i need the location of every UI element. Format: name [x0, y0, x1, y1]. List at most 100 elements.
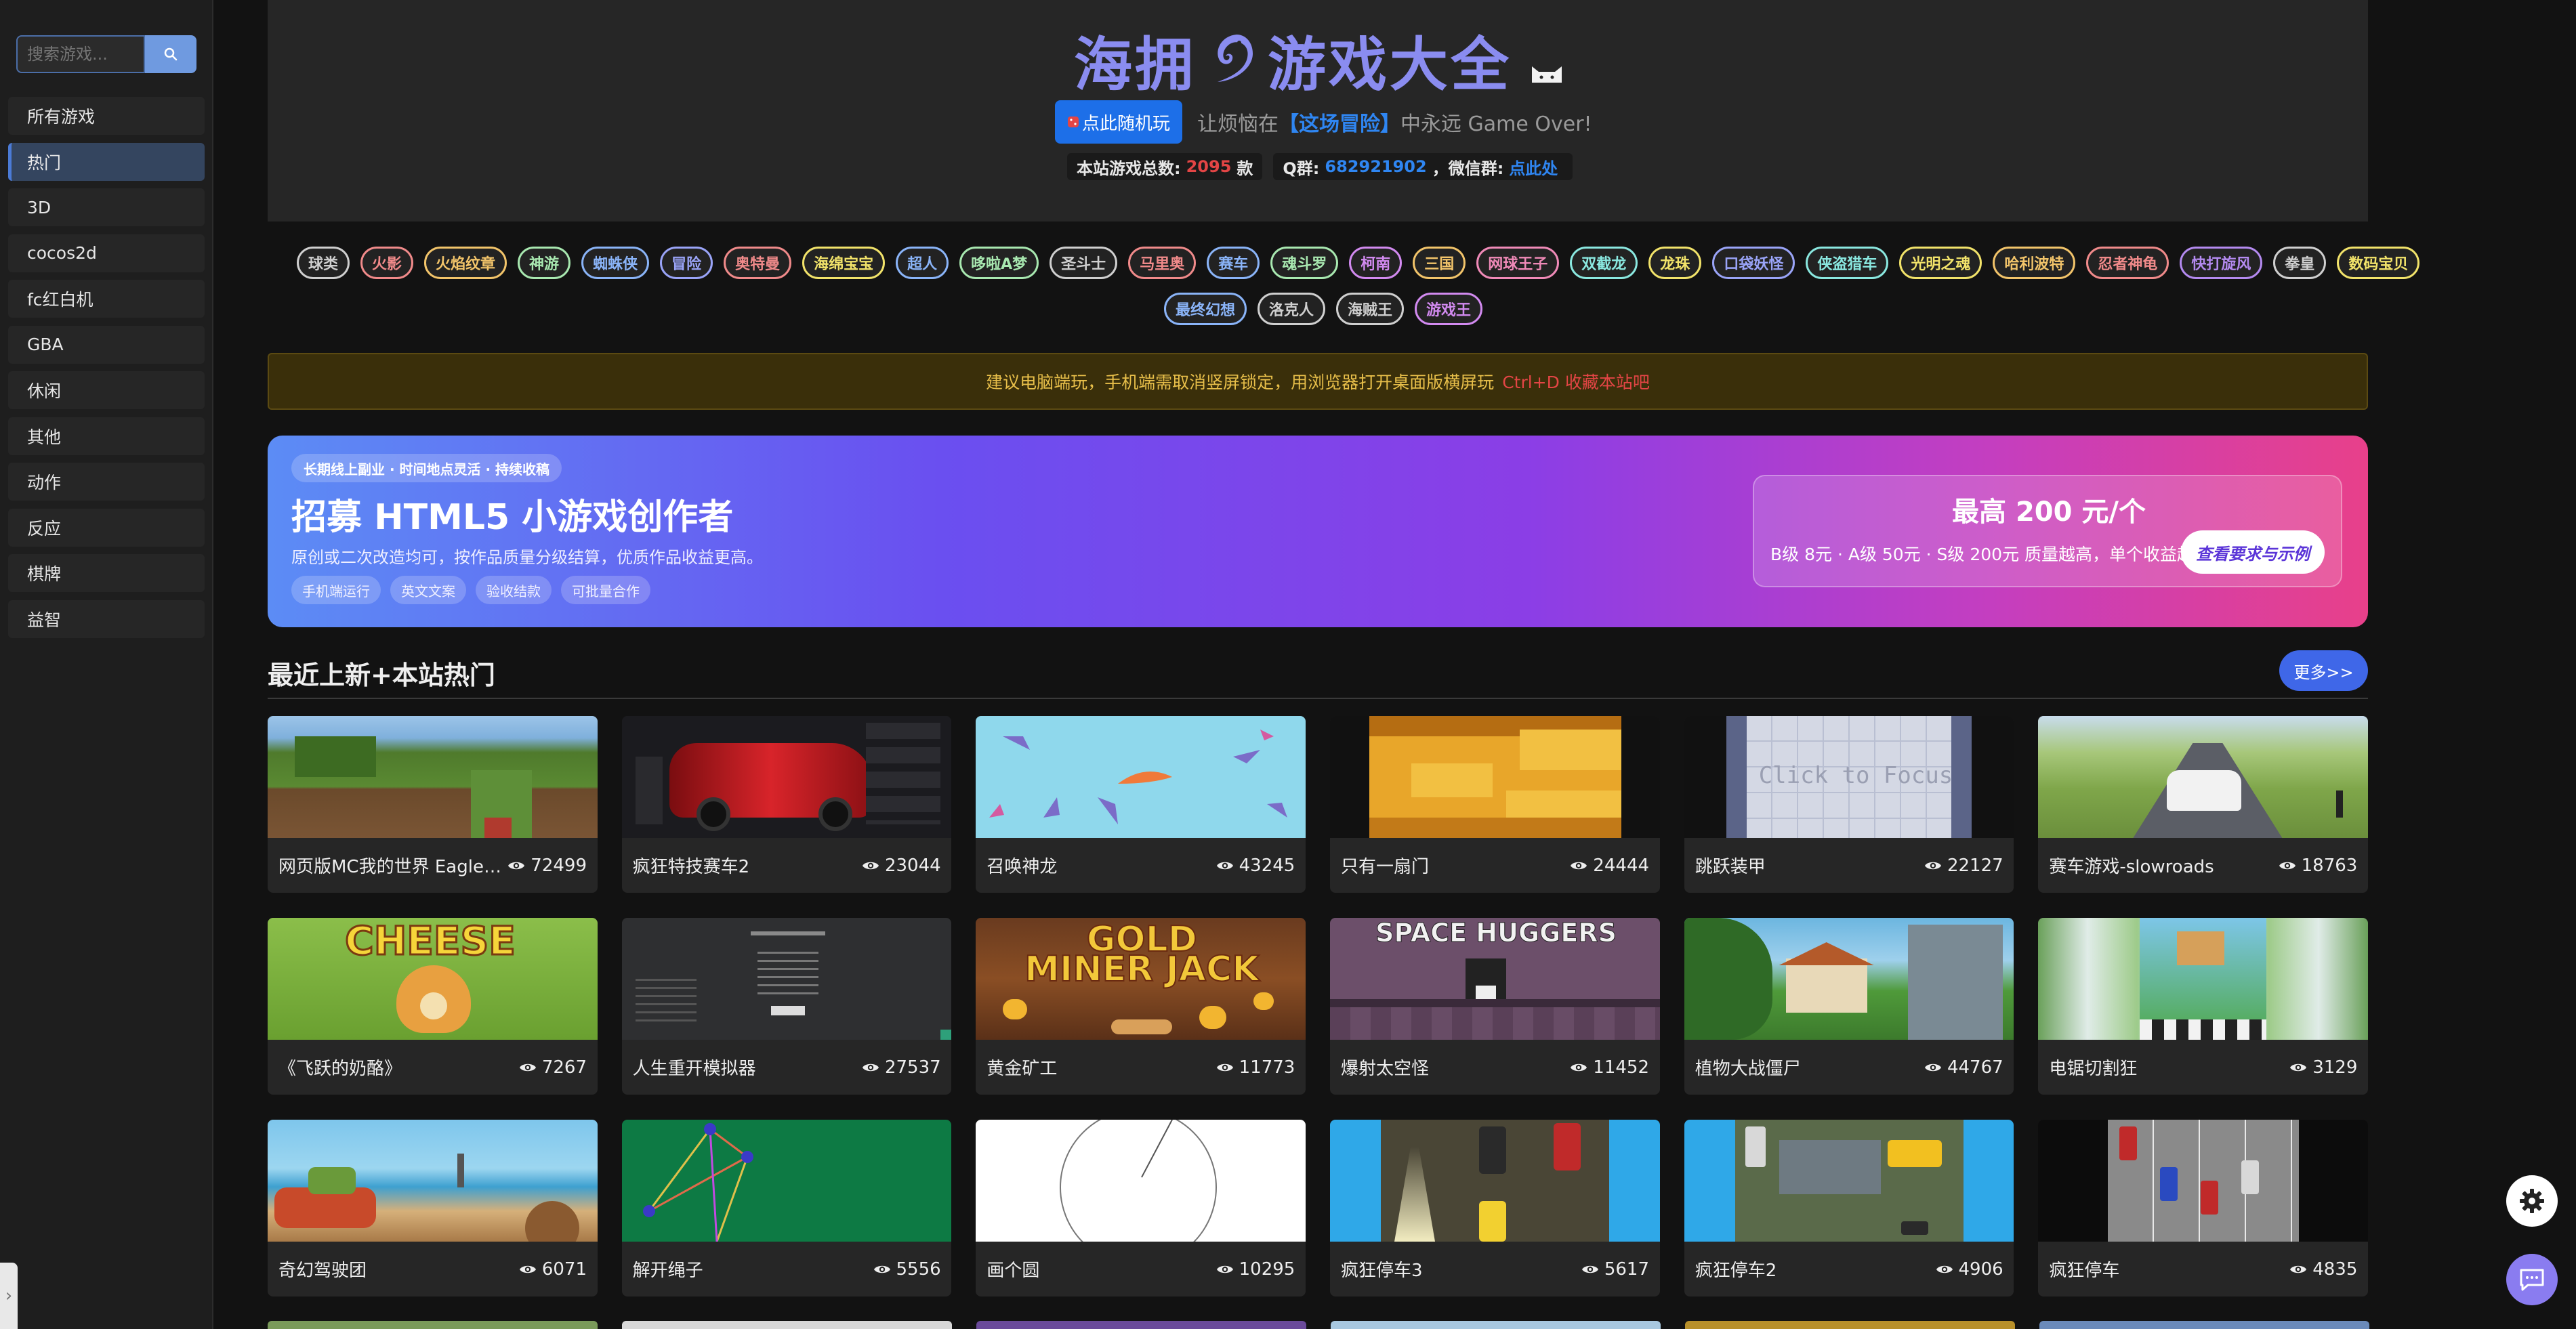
sidebar-item[interactable]: 热门	[8, 142, 205, 181]
tag-chip[interactable]: 游戏王	[1415, 293, 1483, 325]
tag-chip[interactable]: 哆啦A梦	[959, 247, 1039, 279]
tag-chip[interactable]: 洛克人	[1258, 293, 1326, 325]
tag-chip[interactable]: 快打旋风	[2180, 247, 2263, 279]
game-thumbnail[interactable]	[976, 1120, 1306, 1242]
search-input[interactable]	[16, 35, 145, 73]
game-thumbnail[interactable]: SPACE HUGGERS	[1330, 918, 1660, 1040]
game-card[interactable]: 疯狂停车2 4906	[1684, 1120, 2014, 1296]
game-card[interactable]: SPACE HUGGERS 爆射太空怪 11452	[1330, 918, 1660, 1095]
view-requirements-button[interactable]: 查看要求与示例	[2181, 530, 2325, 574]
tag-chip[interactable]: 圣斗士	[1050, 247, 1118, 279]
tag-chip[interactable]: 忍者神龟	[2086, 247, 2169, 279]
game-card[interactable]: 电锯切割狂 3129	[2038, 918, 2369, 1095]
game-card[interactable]: 画个圆 10295	[976, 1120, 1306, 1296]
sidebar-item[interactable]: 3D	[8, 188, 205, 226]
game-thumbnail[interactable]	[1330, 716, 1660, 838]
game-card[interactable]: 只有一扇门 24444	[1330, 716, 1660, 893]
tag-chip[interactable]: 蜘蛛侠	[581, 247, 650, 279]
more-button[interactable]: 更多>>	[2279, 650, 2368, 691]
tag-chip[interactable]: 魂斗罗	[1270, 247, 1339, 279]
tag-chip[interactable]: 球类	[297, 247, 350, 279]
sidebar-item[interactable]: 棋牌	[8, 554, 205, 592]
game-thumbnail[interactable]: CHEESE	[268, 918, 598, 1040]
game-card[interactable]: 人生重开模拟器 27537	[621, 918, 952, 1095]
sidebar-item[interactable]: cocos2d	[8, 234, 205, 272]
tag-chip[interactable]: 网球王子	[1476, 247, 1560, 279]
tag-chip[interactable]: 最终幻想	[1164, 293, 1247, 325]
wechat-group-link[interactable]: 点此处	[1509, 155, 1558, 179]
game-card-partial[interactable]	[268, 1321, 598, 1329]
sidebar-item[interactable]: 益智	[8, 599, 205, 638]
tag-chip[interactable]: 三国	[1413, 247, 1466, 279]
game-card-partial[interactable]	[1685, 1321, 2015, 1329]
game-thumbnail[interactable]	[268, 716, 598, 838]
game-thumbnail[interactable]: GOLD MINER JACK	[976, 918, 1306, 1040]
game-card[interactable]: Click to Focus 跳跃装甲 22127	[1684, 716, 2014, 893]
game-thumbnail[interactable]	[1684, 918, 2014, 1040]
sidebar-item[interactable]: 所有游戏	[8, 97, 205, 135]
random-play-button[interactable]: 点此随机玩	[1055, 100, 1183, 144]
game-card[interactable]: 疯狂停车3 5617	[1330, 1120, 1660, 1296]
tag-chip[interactable]: 口袋妖怪	[1712, 247, 1795, 279]
tag-chip[interactable]: 拳皇	[2273, 247, 2327, 279]
sidebar-item[interactable]: 反应	[8, 508, 205, 547]
game-thumbnail[interactable]	[621, 716, 952, 838]
search-button[interactable]	[145, 35, 196, 73]
game-thumbnail[interactable]	[268, 1120, 598, 1242]
tag-chip[interactable]: 龙珠	[1648, 247, 1702, 279]
tag-chip[interactable]: 双截龙	[1570, 247, 1638, 279]
game-card[interactable]: 网页版MC我的世界 Eaglercraft 72499	[268, 716, 598, 893]
game-card[interactable]: 赛车游戏-slowroads 18763	[2038, 716, 2369, 893]
tag-chip[interactable]: 侠盗猎车	[1806, 247, 1889, 279]
view-count: 4906	[1936, 1259, 2003, 1280]
eye-icon	[1570, 860, 1587, 872]
game-thumbnail[interactable]	[621, 918, 952, 1040]
site-logo[interactable]: 海拥 游戏大全	[1074, 22, 1564, 99]
game-card-partial[interactable]	[976, 1321, 1306, 1329]
game-thumbnail[interactable]: Click to Focus	[1684, 716, 2014, 838]
game-thumbnail[interactable]	[1330, 1120, 1660, 1242]
chat-button[interactable]	[2506, 1254, 2558, 1305]
tag-row: 球类 火影 火焰纹章 神游 蜘蛛侠 冒险 奥特曼 海绵宝宝 超人 哆啦A梦 圣斗士 马里奥 赛车 魂斗罗柯…	[297, 247, 2420, 279]
game-thumbnail[interactable]	[2038, 1120, 2369, 1242]
game-thumbnail[interactable]	[976, 716, 1306, 838]
tag-chip[interactable]: 数码宝贝	[2337, 247, 2420, 279]
tag-chip[interactable]: 神游	[518, 247, 571, 279]
game-thumbnail[interactable]	[2038, 918, 2369, 1040]
tag-chip[interactable]: 奥特曼	[724, 247, 792, 279]
game-thumbnail[interactable]	[621, 1120, 952, 1242]
game-card[interactable]: 植物大战僵尸 44767	[1684, 918, 2014, 1095]
tag-chip[interactable]: 柯南	[1349, 247, 1403, 279]
game-thumbnail[interactable]	[1684, 1120, 2014, 1242]
game-card-partial[interactable]	[622, 1321, 952, 1329]
game-card-partial[interactable]	[1331, 1321, 1661, 1329]
game-card[interactable]: 召唤神龙 43245	[976, 716, 1306, 893]
tag-chip[interactable]: 海贼王	[1336, 293, 1405, 325]
tag-chip[interactable]: 冒险	[660, 247, 713, 279]
tag-chip[interactable]: 马里奥	[1128, 247, 1197, 279]
game-thumbnail[interactable]	[2038, 716, 2369, 838]
tag-chip[interactable]: 火影	[360, 247, 414, 279]
game-card-partial[interactable]	[2039, 1321, 2369, 1329]
tag-chip[interactable]: 哈利波特	[1993, 247, 2076, 279]
qq-group-link[interactable]: 682921902	[1325, 157, 1426, 176]
game-card[interactable]: 奇幻驾驶团 6071	[268, 1120, 598, 1296]
sidebar-item[interactable]: 休闲	[8, 371, 205, 409]
settings-button[interactable]	[2506, 1175, 2558, 1227]
game-card[interactable]: CHEESE 《飞跃的奶酪》 7267	[268, 918, 598, 1095]
tag-chip[interactable]: 赛车	[1207, 247, 1260, 279]
game-card[interactable]: GOLD MINER JACK 黄金矿工 11773	[976, 918, 1306, 1095]
game-card[interactable]: 解开绳子 5556	[621, 1120, 952, 1296]
cat-icon	[1532, 66, 1562, 83]
sidebar-item[interactable]: GBA	[8, 325, 205, 364]
sidebar-toggle[interactable]: ›	[0, 1263, 18, 1329]
tag-chip[interactable]: 火焰纹章	[424, 247, 507, 279]
sidebar-item[interactable]: 其他	[8, 417, 205, 455]
game-card[interactable]: 疯狂特技赛车2 23044	[621, 716, 952, 893]
game-card[interactable]: 疯狂停车 4835	[2038, 1120, 2369, 1296]
sidebar-item[interactable]: 动作	[8, 463, 205, 501]
sidebar-item[interactable]: fc红白机	[8, 280, 205, 318]
tag-chip[interactable]: 光明之魂	[1899, 247, 1982, 279]
tag-chip[interactable]: 超人	[896, 247, 949, 279]
tag-chip[interactable]: 海绵宝宝	[802, 247, 886, 279]
